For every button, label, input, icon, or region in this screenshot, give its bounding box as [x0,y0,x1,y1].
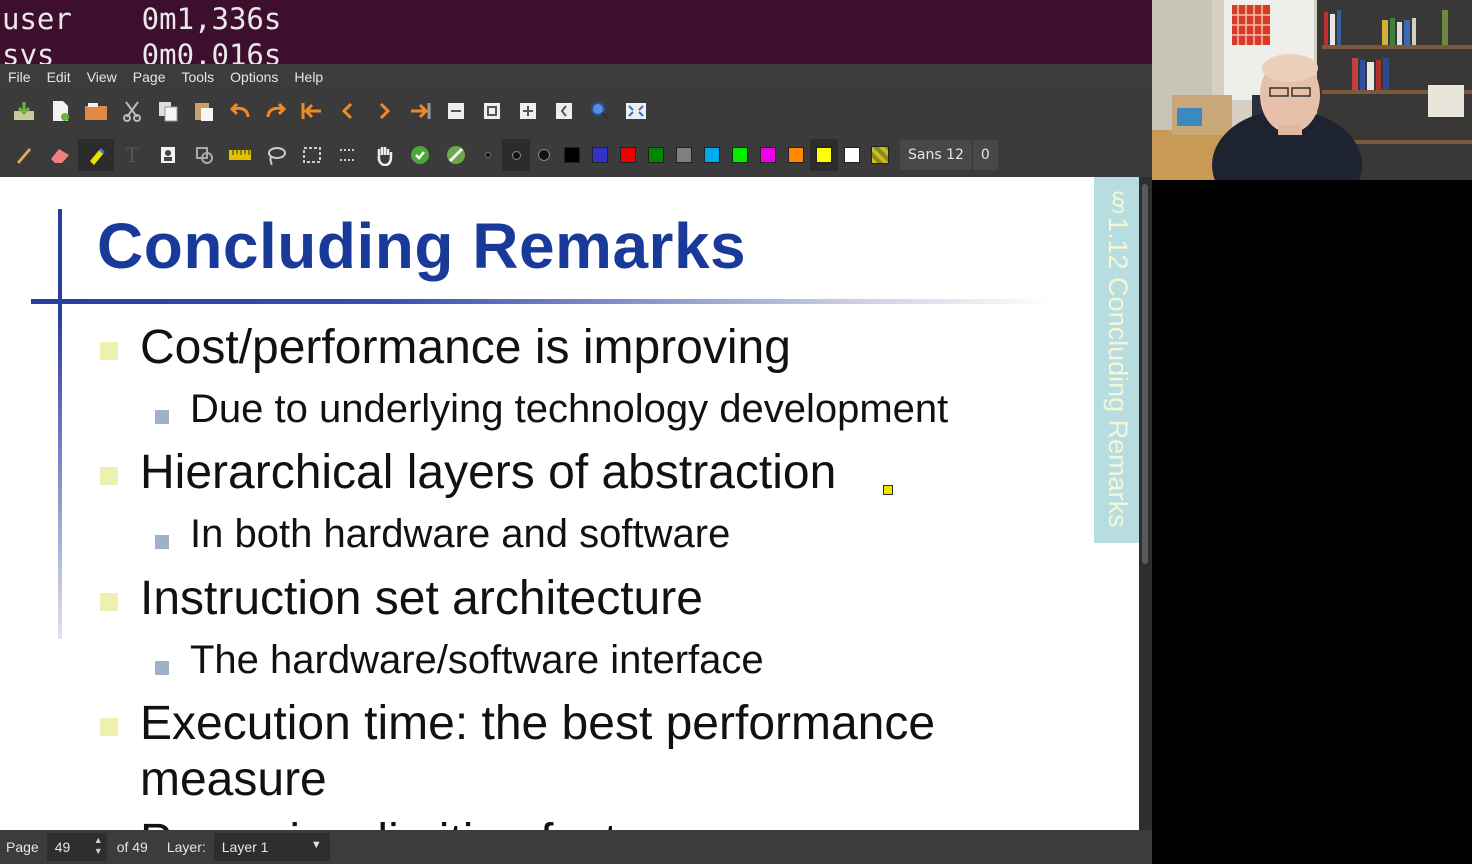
undo-icon[interactable] [222,95,258,127]
menu-edit[interactable]: Edit [39,69,79,85]
new-page-icon[interactable] [42,95,78,127]
color-orange-swatch[interactable] [782,139,810,171]
color-yellow-swatch[interactable] [810,139,838,171]
custom-color-icon[interactable] [866,139,894,171]
fine-width-icon[interactable] [474,139,502,171]
menu-bar: File Edit View Page Tools Options Help [0,64,1152,90]
redo-icon[interactable] [258,95,294,127]
bullet-square-icon [100,593,118,611]
section-label: §1.12 Concluding Remarks [1103,187,1133,528]
menu-page[interactable]: Page [125,69,174,85]
zoom-in-icon[interactable] [510,95,546,127]
sub-bullet-square-icon [155,410,169,424]
previous-page-icon[interactable] [330,95,366,127]
scrollbar-thumb[interactable] [1142,184,1148,564]
tool-default-icon[interactable] [438,139,474,171]
ruler-icon[interactable] [222,139,258,171]
font-selector-button[interactable]: Sans 12 [900,140,972,170]
bullet-text: Hierarchical layers of abstraction [140,446,837,499]
highlighter-icon[interactable] [78,139,114,171]
pdf-page-canvas[interactable]: Concluding Remarks §1.12 Concluding Rema… [0,177,1139,830]
title-vertical-bar [58,209,62,639]
zoom-fit-width-icon[interactable] [438,95,474,127]
bullet-text: Cost/performance is improving [140,321,791,374]
paste-icon[interactable] [186,95,222,127]
vertical-space-icon[interactable] [330,139,366,171]
highlighter-cursor [883,485,893,495]
page-total: of 49 [116,839,148,855]
hand-tool-icon[interactable] [366,139,402,171]
line-width-field[interactable]: 0 [971,140,998,170]
spinner-arrows-icon[interactable]: ▲ ▼ [94,835,103,857]
main-toolbar [0,91,1152,131]
page-label: Page [6,839,39,855]
open-folder-icon[interactable] [78,95,114,127]
menu-file[interactable]: File [0,69,39,85]
color-light-green-swatch[interactable] [726,139,754,171]
color-blue-swatch[interactable] [586,139,614,171]
layer-dropdown[interactable]: Layer 1 ▼ [213,833,330,861]
first-page-icon[interactable] [294,95,330,127]
webcam-scene-image [1152,0,1472,180]
color-green-swatch[interactable] [642,139,670,171]
menu-tools[interactable]: Tools [173,69,222,85]
bullet-text: Execution time: the best performance [140,697,936,750]
chevron-down-icon: ▼ [310,839,322,851]
color-light-blue-swatch[interactable] [698,139,726,171]
medium-width-icon[interactable] [502,139,530,171]
color-black-swatch[interactable] [558,139,586,171]
page-number-value: 49 [54,839,71,855]
bullet-text: Instruction set architecture [140,572,703,625]
bullet-square-icon [100,718,118,736]
color-magenta-swatch[interactable] [754,139,782,171]
zoom-out-icon[interactable] [546,95,582,127]
rect-select-icon[interactable] [294,139,330,171]
menu-help[interactable]: Help [286,69,331,85]
next-page-icon[interactable] [366,95,402,127]
menu-options[interactable]: Options [222,69,286,85]
sub-bullet-text: Due to underlying technology development [190,387,949,431]
copy-icon[interactable] [150,95,186,127]
layer-label: Layer: [166,839,206,855]
color-gray-swatch[interactable] [670,139,698,171]
sub-bullet-text: In both hardware and software [190,512,731,556]
bullet-text: Power is a limiting factor [140,814,660,830]
fullscreen-icon[interactable] [618,95,654,127]
terminal-line: user 0m1,336s [2,2,282,36]
lasso-select-icon[interactable] [258,139,294,171]
sub-bullet-text: The hardware/software interface [190,638,764,682]
bullet-square-icon [100,342,118,360]
webcam-video [1152,0,1472,180]
thick-width-icon[interactable] [530,139,558,171]
terminal-line: sys 0m0,016s [2,38,282,64]
title-underline [31,299,1051,304]
terminal-window: user 0m1,336s sys 0m0,016s [0,0,1152,64]
bullet-text: measure [140,753,327,806]
sub-bullet-square-icon [155,661,169,675]
tools-toolbar: T Sans 12 0 [0,133,1152,177]
last-page-icon[interactable] [402,95,438,127]
shape-tool-icon[interactable] [186,139,222,171]
slide-title: Concluding Remarks [97,210,747,282]
pen-icon[interactable] [6,139,42,171]
sub-bullet-square-icon [155,535,169,549]
menu-view[interactable]: View [79,69,125,85]
cut-icon[interactable] [114,95,150,127]
bullet-square-icon [100,467,118,485]
status-bar: Page 49 ▲ ▼ of 49 Layer: Layer 1 ▼ [0,830,1152,864]
zoom-fit-page-icon[interactable] [474,95,510,127]
annotation-app-window: File Edit View Page Tools Options Help T [0,64,1152,864]
save-icon[interactable] [6,95,42,127]
color-red-swatch[interactable] [614,139,642,171]
magnifier-icon[interactable] [582,95,618,127]
page-number-spinner[interactable]: 49 ▲ ▼ [46,833,107,861]
text-tool-icon[interactable]: T [114,139,150,171]
eraser-icon[interactable] [42,139,78,171]
play-object-icon[interactable] [402,139,438,171]
image-tool-icon[interactable] [150,139,186,171]
layer-value: Layer 1 [221,839,269,855]
color-white-swatch[interactable] [838,139,866,171]
